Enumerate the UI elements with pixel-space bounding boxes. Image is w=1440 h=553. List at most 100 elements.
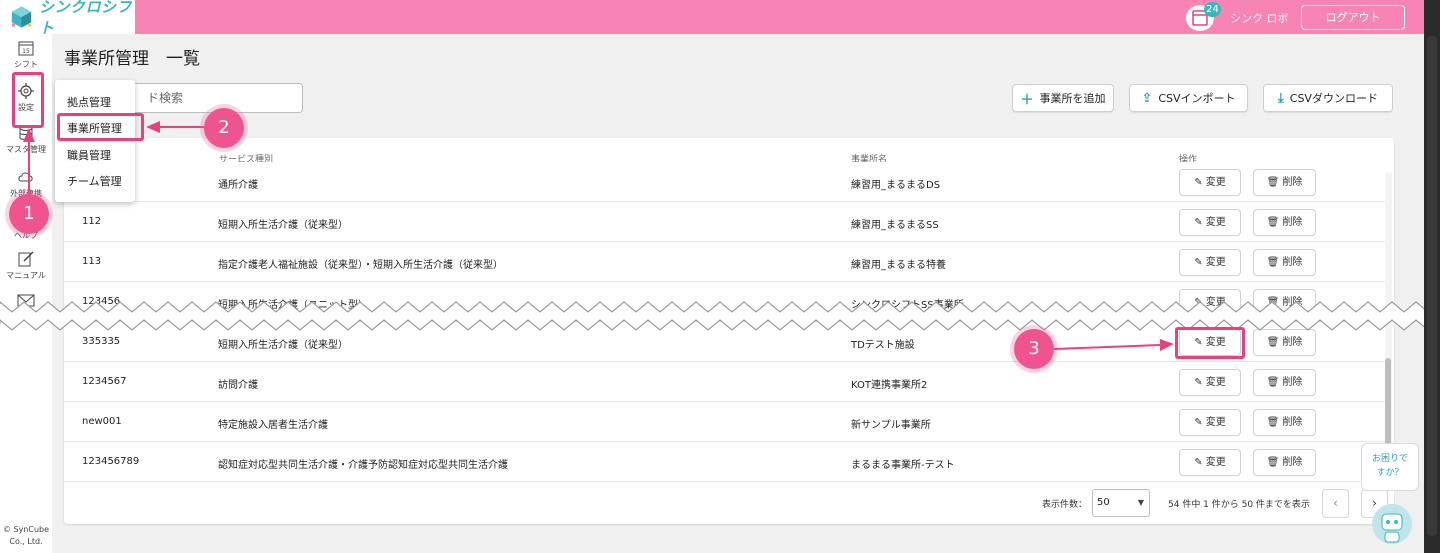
service-type: 短期入所生活介護（従来型） bbox=[218, 340, 348, 351]
edit-button[interactable]: ✎ 変更 bbox=[1179, 169, 1241, 196]
sidebar-item-master[interactable]: マスタ管理 bbox=[0, 124, 52, 155]
edit-icon bbox=[18, 251, 34, 267]
office-name: 練習用_まるまるDS bbox=[851, 180, 941, 191]
delete-button[interactable]: 🗑 削除 bbox=[1253, 249, 1316, 276]
menu-item-staff[interactable]: 職員管理 bbox=[67, 147, 111, 163]
trash-icon: 🗑 bbox=[1266, 337, 1283, 348]
logo-icon bbox=[11, 6, 32, 28]
step-2-marker: 2 bbox=[204, 108, 244, 148]
service-type: 認知症対応型共同生活介護・介護予防認知症対応型共同生活介護 bbox=[218, 460, 508, 471]
sidebar-item-label: マスタ管理 bbox=[6, 145, 46, 154]
delete-label: 削除 bbox=[1282, 457, 1303, 468]
notification-badge: 24 bbox=[1204, 2, 1221, 17]
edit-button[interactable]: ✎ 変更 bbox=[1179, 409, 1241, 436]
help-line-2: すか？ bbox=[1376, 468, 1404, 478]
prev-page-button[interactable]: ‹ bbox=[1322, 489, 1349, 518]
trash-icon: 🗑 bbox=[1266, 457, 1283, 468]
caret-down-icon: ▼ bbox=[1137, 498, 1144, 507]
edit-label: 変更 bbox=[1205, 257, 1226, 268]
add-office-button[interactable]: ＋ 事業所を追加 bbox=[1012, 84, 1114, 112]
trash-icon: 🗑 bbox=[1266, 377, 1283, 388]
office-code: 113 bbox=[82, 256, 102, 267]
edit-button[interactable]: ✎ 変更 bbox=[1179, 249, 1241, 276]
office-code: 1234567 bbox=[82, 376, 127, 387]
service-type: 訪問介護 bbox=[218, 380, 258, 391]
office-code: 335335 bbox=[82, 336, 121, 347]
office-name: KOT連携事業所2 bbox=[851, 380, 928, 391]
logout-button[interactable]: ログアウト bbox=[1301, 5, 1405, 30]
per-page-label: 表示件数： bbox=[1042, 500, 1088, 510]
delete-button[interactable]: 🗑 削除 bbox=[1253, 209, 1316, 236]
help-line-1: お困りで bbox=[1371, 454, 1408, 464]
download-icon: ⤓ bbox=[1278, 90, 1284, 106]
csv-download-label: CSVダウンロード bbox=[1289, 92, 1378, 105]
step-3-marker: 3 bbox=[1014, 329, 1054, 369]
page-scrollbar-thumb[interactable] bbox=[1427, 36, 1437, 536]
office-name: まるまる事業所-テスト bbox=[851, 460, 955, 471]
page-title: 事業所管理 一覧 bbox=[64, 49, 200, 69]
edit-label: 変更 bbox=[1205, 217, 1226, 228]
delete-button[interactable]: 🗑 削除 bbox=[1253, 369, 1316, 396]
office-name: TDテスト施設 bbox=[851, 340, 915, 351]
highlight-office-menu bbox=[57, 113, 144, 141]
logo[interactable]: シンクロシフト bbox=[0, 0, 135, 37]
csv-download-button[interactable]: ⤓ CSVダウンロード bbox=[1263, 84, 1393, 112]
edit-button[interactable]: ✎ 変更 bbox=[1179, 449, 1241, 476]
highlight-settings bbox=[12, 72, 44, 128]
plus-icon: ＋ bbox=[1020, 92, 1034, 108]
edit-label: 変更 bbox=[1205, 177, 1226, 188]
robot-icon[interactable] bbox=[1370, 500, 1414, 546]
delete-label: 削除 bbox=[1282, 217, 1303, 228]
delete-button[interactable]: 🗑 削除 bbox=[1253, 449, 1316, 476]
edit-button[interactable]: ✎ 変更 bbox=[1179, 369, 1241, 396]
office-code: 123456789 bbox=[82, 456, 140, 467]
service-type: 短期入所生活介護（従来型） bbox=[218, 220, 348, 231]
copyright: © SynCube Co., Ltd. bbox=[2, 525, 50, 546]
delete-button[interactable]: 🗑 削除 bbox=[1253, 169, 1316, 196]
pencil-icon: ✎ bbox=[1194, 417, 1206, 428]
pencil-icon: ✎ bbox=[1194, 257, 1206, 268]
sidebar-item-label: シフト bbox=[14, 60, 38, 69]
delete-button[interactable]: 🗑 削除 bbox=[1253, 409, 1316, 436]
per-page-select[interactable]: 50 ▼ bbox=[1092, 489, 1150, 517]
trash-icon: 🗑 bbox=[1266, 417, 1283, 428]
office-name: 練習用_まるまる特養 bbox=[851, 260, 946, 271]
office-code: 112 bbox=[82, 216, 102, 227]
upload-icon: ⇪ bbox=[1141, 90, 1153, 106]
service-type: 指定介護老人福祉施設（従来型）・短期入所生活介護（従来型） bbox=[218, 260, 503, 271]
pencil-icon: ✎ bbox=[1194, 177, 1206, 188]
edit-label: 変更 bbox=[1205, 457, 1226, 468]
pencil-icon: ✎ bbox=[1194, 217, 1206, 228]
csv-import-button[interactable]: ⇪ CSVインポート bbox=[1129, 84, 1248, 112]
pencil-icon: ✎ bbox=[1194, 377, 1206, 388]
range-text: 54 件中 1 件から 50 件までを表示 bbox=[1168, 500, 1310, 510]
delete-label: 削除 bbox=[1282, 337, 1303, 348]
per-page-value: 50 bbox=[1097, 497, 1110, 508]
delete-label: 削除 bbox=[1282, 177, 1303, 188]
menu-item-team[interactable]: チーム管理 bbox=[67, 173, 122, 189]
trash-icon: 🗑 bbox=[1266, 217, 1283, 228]
calendar-icon: 15 bbox=[18, 41, 34, 56]
service-type: 特定施設入居者生活介護 bbox=[218, 420, 328, 431]
menu-item-location[interactable]: 拠点管理 bbox=[67, 94, 111, 110]
edit-label: 変更 bbox=[1205, 377, 1226, 388]
office-code: new001 bbox=[82, 416, 122, 427]
office-name: 練習用_まるまるSS bbox=[851, 220, 939, 231]
app-name: シンクロシフト bbox=[39, 0, 133, 37]
cloud-icon bbox=[18, 172, 33, 182]
add-office-label: 事業所を追加 bbox=[1039, 92, 1106, 105]
user-name[interactable]: シンク ロボ bbox=[1230, 10, 1289, 26]
help-bubble[interactable]: お困りで すか？ bbox=[1361, 443, 1419, 491]
pencil-icon: ✎ bbox=[1194, 457, 1206, 468]
highlight-edit-button bbox=[1175, 327, 1245, 359]
trash-icon: 🗑 bbox=[1266, 177, 1283, 188]
step-1-marker: 1 bbox=[9, 194, 49, 234]
edit-button[interactable]: ✎ 変更 bbox=[1179, 209, 1241, 236]
sidebar-item-shift[interactable]: 15 シフト bbox=[0, 39, 52, 70]
delete-label: 削除 bbox=[1282, 257, 1303, 268]
sidebar-calendar-day: 15 bbox=[22, 48, 30, 55]
trash-icon: 🗑 bbox=[1266, 257, 1283, 268]
sidebar-item-manual[interactable]: マニュアル bbox=[0, 250, 52, 281]
service-type: 通所介護 bbox=[218, 180, 258, 191]
csv-import-label: CSVインポート bbox=[1158, 92, 1236, 105]
